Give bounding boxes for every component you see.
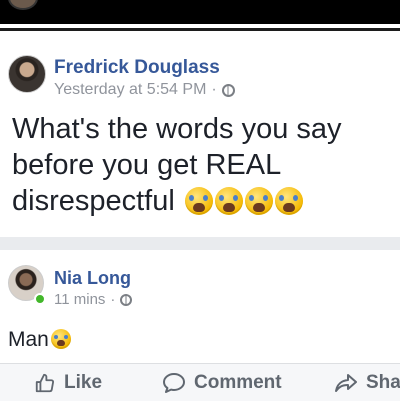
action-bar: Like Comment Sha <box>0 363 400 401</box>
post-text-line: What's the words you say <box>12 113 342 145</box>
comment-label: Comment <box>194 372 282 393</box>
post-author-name[interactable]: Fredrick Douglass <box>54 57 220 79</box>
comment-text: Man <box>8 328 71 352</box>
comment-card: Nia Long 11 mins · Man <box>0 250 400 363</box>
crying-face-icon <box>274 187 303 215</box>
comment-timestamp[interactable]: 11 mins <box>54 291 105 308</box>
crying-face-icon <box>244 187 273 215</box>
post-text-line: disrespectful <box>12 183 392 219</box>
thumbs-up-icon <box>35 373 55 393</box>
post-card: Fredrick Douglass Yesterday at 5:54 PM ·… <box>0 31 400 237</box>
globe-icon <box>221 83 235 97</box>
crying-face-icon <box>214 187 243 215</box>
post-text-line: before you get REAL <box>12 149 282 181</box>
comment-text-value: Man <box>8 328 49 351</box>
globe-icon <box>120 293 133 306</box>
post-text-line: disrespectful <box>12 185 175 217</box>
post-author-avatar[interactable] <box>8 55 46 93</box>
post-meta: Yesterday at 5:54 PM · <box>54 81 235 99</box>
comment-button[interactable]: Comment <box>162 372 282 394</box>
card-gap <box>0 237 400 250</box>
post-timestamp[interactable]: Yesterday at 5:54 PM <box>54 81 206 99</box>
speech-bubble-icon <box>163 373 185 393</box>
top-bar <box>0 0 400 24</box>
meta-separator: · <box>110 291 116 308</box>
meta-separator: · <box>211 81 217 98</box>
crying-face-icon <box>50 329 71 349</box>
crying-face-icon <box>184 187 213 215</box>
share-label: Sha <box>366 372 400 393</box>
share-button[interactable]: Sha <box>334 372 400 394</box>
like-label: Like <box>64 372 103 393</box>
comment-meta: 11 mins · <box>54 291 133 308</box>
like-button[interactable]: Like <box>34 372 102 394</box>
comment-author-name[interactable]: Nia Long <box>54 268 131 289</box>
cropped-avatar <box>8 0 38 10</box>
post-text: What's the words you say before you get … <box>12 111 392 219</box>
share-arrow-icon <box>335 374 357 392</box>
online-status-icon <box>34 293 46 305</box>
